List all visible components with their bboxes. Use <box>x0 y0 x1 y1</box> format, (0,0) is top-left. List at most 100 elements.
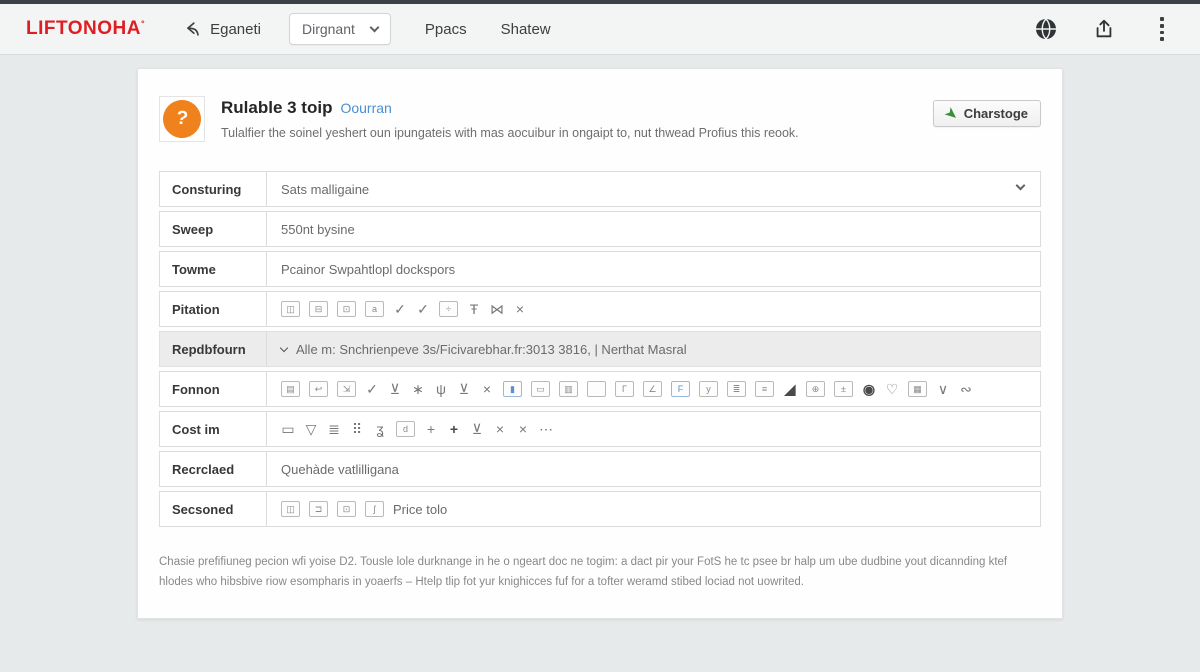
link-icon[interactable]: ⇲ <box>337 381 356 397</box>
plus-bold-icon[interactable]: + <box>447 420 461 438</box>
grid-icon[interactable]: ▦ <box>908 381 927 397</box>
undo-icon[interactable]: ↩ <box>309 381 328 397</box>
back-nav[interactable]: Eganeti <box>183 19 261 39</box>
charstoge-button[interactable]: ➤ Charstoge <box>933 100 1041 127</box>
brush-icon[interactable]: ◢ <box>783 380 797 398</box>
branch-icon[interactable]: y <box>699 381 718 397</box>
table-row: Consturing Sats malligaine <box>159 171 1041 207</box>
row-label: Recrclaed <box>160 452 267 486</box>
back-nav-label: Eganeti <box>210 21 261 38</box>
row-label: Sweep <box>160 212 267 246</box>
chevron-down-icon[interactable]: ∨ <box>936 380 950 398</box>
footer-text-line: hlodes who hibsbive riow esompharis in y… <box>159 572 1041 592</box>
badge-icon[interactable]: ʃ <box>365 501 384 517</box>
funnel-icon[interactable]: ▽ <box>304 420 318 438</box>
list-icon[interactable]: ≣ <box>727 381 746 397</box>
flag-icon[interactable]: F <box>671 381 690 397</box>
title-link[interactable]: Oourran <box>340 100 391 116</box>
footer-text-line: Chasie prefifiuneg pecion wfi yoise D2. … <box>159 552 1041 572</box>
row-value: 550nt bysine <box>281 222 355 237</box>
check-under-icon[interactable]: ⊻ <box>388 380 402 398</box>
scissors-icon[interactable]: × <box>516 420 530 438</box>
column-icon[interactable]: ▮ <box>503 381 522 397</box>
row-value-cell: Sats malligaine <box>267 172 1040 206</box>
card-icon[interactable]: ⊐ <box>309 501 328 517</box>
squiggle-icon[interactable]: ʓ <box>373 420 387 438</box>
lines-icon[interactable]: ≣ <box>327 420 341 438</box>
row-value-cell: 550nt bysine <box>267 212 1040 246</box>
share-icon[interactable] <box>1092 17 1116 41</box>
card-footer: Chasie prefifiuneg pecion wfi yoise D2. … <box>159 552 1041 592</box>
chevron-down-icon <box>369 22 379 32</box>
check-under-icon[interactable]: ⊻ <box>457 380 471 398</box>
card-icon[interactable]: ◫ <box>281 501 300 517</box>
asterisk-icon[interactable]: ∗ <box>411 380 425 398</box>
chevron-down-icon[interactable] <box>280 343 288 351</box>
more-icon[interactable]: ⋯ <box>539 420 553 438</box>
card-header: ? Rulable 3 toip Oourran Tulalfier the so… <box>159 96 1041 142</box>
nav-item-ppacs[interactable]: Ppacs <box>425 21 467 38</box>
question-icon: ? <box>161 98 204 141</box>
row-value: Pcainor Swpahtlopl dockspors <box>281 262 455 277</box>
check-icon[interactable]: ✓ <box>393 300 407 318</box>
corner-icon[interactable]: Γ <box>615 381 634 397</box>
page-subtitle: Tulalfier the soinel yeshert oun ipungat… <box>221 126 799 140</box>
settings-rows: Consturing Sats malligaine Sweep 550nt bysi… <box>159 171 1041 527</box>
frame-icon[interactable] <box>587 381 606 397</box>
anchor-icon[interactable]: ψ <box>434 380 448 398</box>
row-label: Cost im <box>160 412 267 446</box>
curve-check-icon[interactable]: ∠ <box>643 381 662 397</box>
row-value-cell: Alle m: Snchrienpeve 3s/Ficivarebhar.fr:… <box>267 332 1040 366</box>
app-logo[interactable]: LIFTONOHA° <box>26 18 145 40</box>
plus-icon[interactable]: + <box>424 420 438 438</box>
page-title: Rulable 3 toip <box>221 98 332 117</box>
card-icon[interactable]: ⊟ <box>309 301 328 317</box>
close-icon[interactable]: × <box>480 380 494 398</box>
check-icon[interactable]: ✓ <box>416 300 430 318</box>
card-icon[interactable]: ◫ <box>281 301 300 317</box>
add-node-icon[interactable]: ⊕ <box>806 381 825 397</box>
cell-icon[interactable]: d <box>396 421 415 437</box>
rect-icon[interactable]: ▭ <box>281 420 295 438</box>
globe-icon[interactable] <box>1034 17 1058 41</box>
row-value: Price tolo <box>393 502 447 517</box>
row-value: Sats malligaine <box>281 182 369 197</box>
lines-icon[interactable]: ≡ <box>755 381 774 397</box>
close-icon[interactable]: × <box>513 300 527 318</box>
row-label: Repdbfourn <box>160 332 267 366</box>
grid-dots-icon[interactable]: ⠿ <box>350 420 364 438</box>
text-baseline-icon[interactable]: Ŧ <box>467 300 481 318</box>
row-value-cell: ▭ ▽ ≣ ⠿ ʓd + + ⊻ × × ⋯ <box>267 412 1040 446</box>
logo-mark: ° <box>141 19 145 29</box>
page-background: ? Rulable 3 toip Oourran Tulalfier the so… <box>0 55 1200 672</box>
topbar-dropdown[interactable]: Dirgnant <box>289 13 391 45</box>
dropdown-value: Dirgnant <box>302 21 355 37</box>
image-icon[interactable]: ▥ <box>559 381 578 397</box>
row-value-cell: ◫ ⊐ ⊡ ʃ Price tolo <box>267 492 1040 526</box>
page-icon[interactable]: a <box>365 301 384 317</box>
table-row: Secsoned◫⊐⊡ʃPrice tolo <box>159 491 1041 527</box>
divide-icon[interactable]: ÷ <box>439 301 458 317</box>
topbar-right <box>1034 17 1174 41</box>
blank-icon[interactable]: ▭ <box>531 381 550 397</box>
note-icon[interactable]: ▤ <box>281 381 300 397</box>
nav-item-shatew[interactable]: Shatew <box>501 21 551 38</box>
check-icon[interactable]: ✓ <box>365 380 379 398</box>
table-row: Pitation◫⊟⊡a✓✓÷Ŧ⋈× <box>159 291 1041 327</box>
mirror-icon[interactable]: ⋈ <box>490 300 504 318</box>
chevron-down-icon[interactable] <box>1016 181 1026 191</box>
arrow-icon: ➤ <box>942 104 961 124</box>
topbar: LIFTONOHA° Eganeti Dirgnant Ppacs Shatew <box>0 4 1200 55</box>
target-icon[interactable]: ◉ <box>862 380 876 398</box>
scissors-icon[interactable]: × <box>493 420 507 438</box>
heart-icon[interactable]: ♡ <box>885 380 899 398</box>
kebab-menu-icon[interactable] <box>1150 17 1174 41</box>
card-icon[interactable]: ⊡ <box>337 501 356 517</box>
check-under-icon[interactable]: ⊻ <box>470 420 484 438</box>
card-icon[interactable]: ⊡ <box>337 301 356 317</box>
row-label: Consturing <box>160 172 267 206</box>
row-value-cell: Pcainor Swpahtlopl dockspors <box>267 252 1040 286</box>
header-icon-box: ? <box>159 96 205 142</box>
wave-icon[interactable]: ∾ <box>959 380 973 398</box>
plus-minus-icon[interactable]: ± <box>834 381 853 397</box>
